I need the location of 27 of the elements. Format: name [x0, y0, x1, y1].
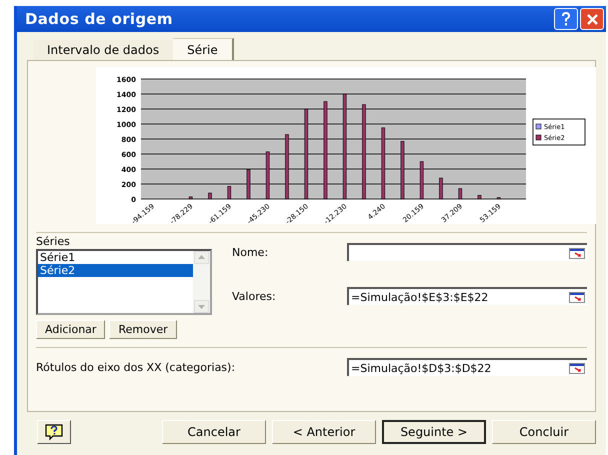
- tab[interactable]: Intervalo de dados: [33, 40, 174, 60]
- values-label: Valores:: [232, 290, 276, 302]
- dialog-button[interactable]: < Anterior: [272, 420, 376, 444]
- list-item[interactable]: Série1: [38, 251, 193, 264]
- tab[interactable]: Série: [173, 38, 234, 60]
- list-button[interactable]: Adicionar: [36, 320, 106, 339]
- help-icon: [559, 11, 573, 27]
- dialog-button[interactable]: Seguinte >: [382, 420, 486, 444]
- series-listbox[interactable]: Série1 Série2: [36, 249, 212, 315]
- name-label: Nome:: [232, 246, 268, 258]
- name-field[interactable]: [347, 243, 587, 261]
- categories-label: Rótulos do eixo dos XX (categorias):: [36, 360, 236, 374]
- range-select-icon[interactable]: [569, 248, 585, 258]
- series-label: Séries: [36, 235, 71, 248]
- dialog-button[interactable]: Cancelar: [162, 420, 266, 444]
- help-balloon-icon: [44, 423, 64, 441]
- list-button[interactable]: Remover: [109, 320, 177, 339]
- close-icon: [586, 12, 598, 26]
- range-select-icon[interactable]: [569, 362, 585, 374]
- categories-field[interactable]: =Simulação!$D$3:$D$22: [347, 358, 587, 376]
- close-button[interactable]: [580, 8, 604, 30]
- list-item[interactable]: Série2: [38, 264, 193, 277]
- help-button[interactable]: [37, 420, 71, 444]
- values-field[interactable]: =Simulação!$E$3:$E$22: [347, 287, 587, 305]
- range-select-icon[interactable]: [569, 292, 585, 302]
- window-title: Dados de origem: [25, 10, 173, 28]
- dialog-button[interactable]: Concluir: [492, 420, 596, 444]
